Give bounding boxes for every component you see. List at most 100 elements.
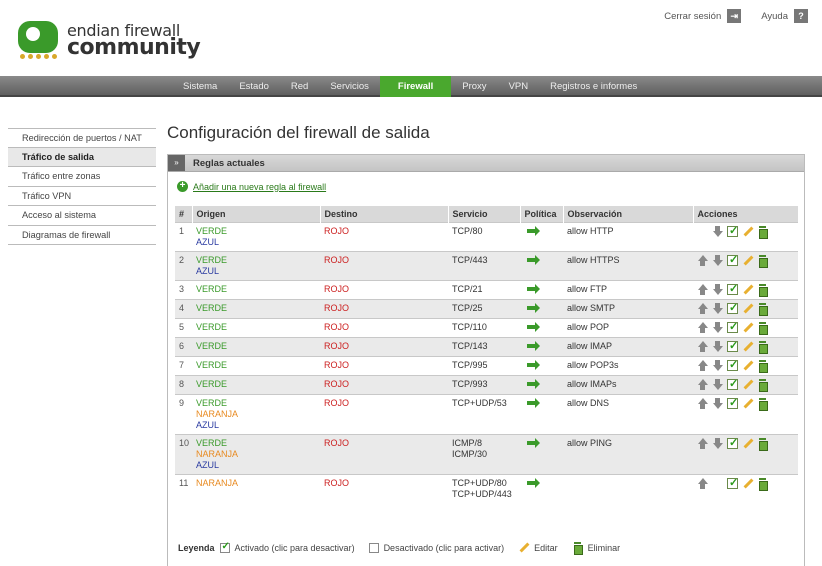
delete-icon[interactable]: [757, 302, 768, 316]
rule-origin: VERDE AZUL: [192, 250, 320, 280]
rule-actions: [693, 336, 798, 356]
nav-item-firewall[interactable]: Firewall: [379, 76, 452, 97]
disabled-checkbox-icon: [368, 542, 379, 553]
edit-icon[interactable]: [742, 255, 753, 266]
edit-icon[interactable]: [742, 284, 753, 295]
edit-icon[interactable]: [742, 398, 753, 409]
rule-service: TCP/443: [448, 250, 520, 280]
nav-item-vpn[interactable]: VPN: [498, 76, 540, 97]
move-up-icon[interactable]: [697, 254, 708, 266]
move-up-icon[interactable]: [697, 437, 708, 449]
enabled-toggle-icon[interactable]: [727, 476, 738, 489]
add-rule[interactable]: + Añadir una nueva regla al firewall: [177, 181, 326, 192]
rule-number: 3: [175, 279, 192, 299]
move-down-icon[interactable]: [712, 359, 723, 371]
delete-icon[interactable]: [757, 477, 768, 491]
action-group: [697, 396, 794, 411]
enabled-toggle-icon[interactable]: [727, 339, 738, 352]
rule-policy: [520, 298, 563, 318]
edit-icon[interactable]: [742, 303, 753, 314]
nav-item-estado[interactable]: Estado: [228, 76, 280, 97]
service-value: TCP/443: [452, 254, 488, 265]
move-down-icon[interactable]: [712, 254, 723, 266]
sidebar-item[interactable]: Tráfico VPN: [8, 187, 156, 206]
move-down-icon[interactable]: [712, 283, 723, 295]
nav-item-registros-e-informes[interactable]: Registros e informes: [539, 76, 648, 97]
allow-policy-icon: [524, 283, 540, 294]
edit-icon[interactable]: [742, 226, 753, 237]
move-down-icon[interactable]: [712, 437, 723, 449]
enabled-toggle-icon[interactable]: [727, 282, 738, 295]
enabled-toggle-icon[interactable]: [727, 253, 738, 266]
rule-actions: [693, 374, 798, 394]
move-down-icon[interactable]: [712, 321, 723, 333]
move-up-icon[interactable]: [697, 302, 708, 314]
enabled-toggle-icon[interactable]: [727, 320, 738, 333]
edit-icon[interactable]: [742, 379, 753, 390]
origin-zone: AZUL: [196, 419, 220, 430]
delete-icon[interactable]: [757, 397, 768, 411]
add-icon[interactable]: +: [177, 181, 188, 192]
edit-icon[interactable]: [742, 478, 753, 489]
delete-icon[interactable]: [757, 378, 768, 392]
allow-policy-icon: [524, 378, 540, 389]
delete-icon[interactable]: [757, 359, 768, 373]
nav-item-red[interactable]: Red: [280, 76, 319, 97]
edit-icon[interactable]: [742, 438, 753, 449]
move-down-icon[interactable]: [712, 340, 723, 352]
delete-icon[interactable]: [757, 340, 768, 354]
rule-actions: [693, 298, 798, 318]
enabled-toggle-icon[interactable]: [727, 377, 738, 390]
sidebar-item[interactable]: Acceso al sistema: [8, 206, 156, 226]
move-up-icon[interactable]: [697, 378, 708, 390]
move-up-icon[interactable]: [697, 340, 708, 352]
nav-item-proxy[interactable]: Proxy: [451, 76, 497, 97]
enabled-toggle-icon[interactable]: [727, 224, 738, 237]
help-link[interactable]: Ayuda: [761, 11, 788, 22]
sidebar-item[interactable]: Diagramas de firewall: [8, 226, 156, 245]
move-down-icon[interactable]: [712, 302, 723, 314]
edit-icon: [518, 542, 529, 553]
add-rule-link[interactable]: Añadir una nueva regla al firewall: [193, 182, 326, 192]
rule-policy: [520, 473, 563, 503]
move-up-icon[interactable]: [697, 397, 708, 409]
sidebar-item[interactable]: Redirección de puertos / NAT: [8, 128, 156, 148]
legend: Leyenda Activado (clic para desactivar) …: [178, 541, 620, 555]
move-down-icon[interactable]: [712, 225, 723, 237]
move-up-icon[interactable]: [697, 283, 708, 295]
move-down-icon[interactable]: [712, 397, 723, 409]
rule-service: TCP/993: [448, 374, 520, 394]
edit-icon[interactable]: [742, 360, 753, 371]
sidebar-item[interactable]: Tráfico de salida: [8, 147, 156, 167]
logout-link[interactable]: Cerrar sesión: [664, 11, 721, 22]
collapse-toggle-icon[interactable]: »: [168, 155, 185, 171]
enabled-toggle-icon[interactable]: [727, 301, 738, 314]
logo[interactable]: endian firewall community: [18, 21, 201, 61]
page-title: Configuración del firewall de salida: [167, 123, 430, 142]
enabled-toggle-icon[interactable]: [727, 358, 738, 371]
enabled-toggle-icon[interactable]: [727, 436, 738, 449]
delete-icon[interactable]: [757, 283, 768, 297]
delete-icon[interactable]: [757, 321, 768, 335]
rule-note: allow PING: [563, 433, 693, 474]
delete-icon[interactable]: [757, 254, 768, 268]
logout-icon[interactable]: ⇥: [727, 9, 742, 23]
nav-item-servicios[interactable]: Servicios: [319, 76, 380, 97]
move-up-icon[interactable]: [697, 477, 708, 489]
enabled-toggle-icon[interactable]: [727, 396, 738, 409]
rule-number: 9: [175, 393, 192, 434]
move-up-icon[interactable]: [697, 359, 708, 371]
table-row: 3 VERDE ROJO TCP/21 allow FTP: [175, 279, 798, 299]
delete-icon[interactable]: [757, 225, 768, 239]
service-value: TCP+UDP/443: [452, 488, 512, 499]
edit-icon[interactable]: [742, 341, 753, 352]
move-up-icon[interactable]: [697, 321, 708, 333]
delete-icon[interactable]: [757, 437, 768, 451]
edit-icon[interactable]: [742, 322, 753, 333]
nav-item-sistema[interactable]: Sistema: [173, 76, 228, 97]
move-down-icon[interactable]: [712, 378, 723, 390]
rule-policy: [520, 221, 563, 251]
allow-policy-icon: [524, 437, 540, 448]
sidebar-item[interactable]: Tráfico entre zonas: [8, 167, 156, 187]
help-icon[interactable]: ?: [794, 9, 808, 23]
